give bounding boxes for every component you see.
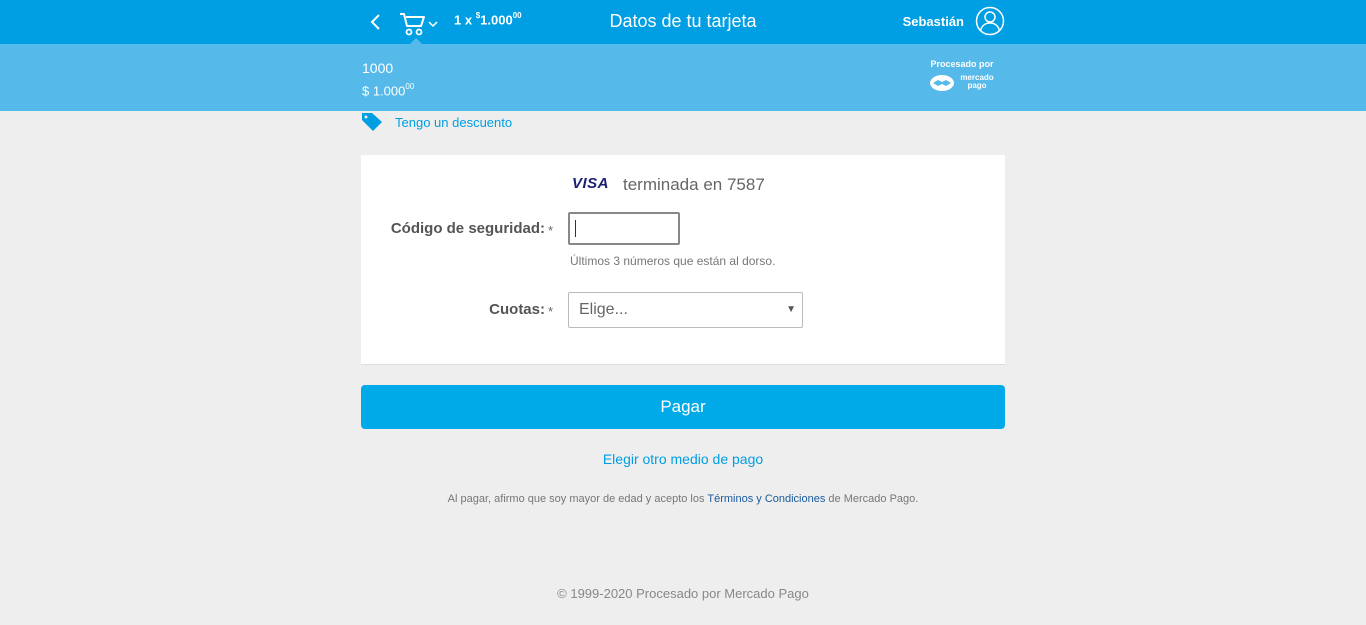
purchase-summary-bar: 1000 $ 1.00000 Procesado por mercado pag…: [0, 44, 1366, 111]
cart-amount: 1.000: [480, 12, 513, 28]
terms-link[interactable]: Términos y Condiciones: [707, 493, 825, 505]
amount-value: $ 1.000: [362, 83, 406, 99]
user-name[interactable]: Sebastián: [860, 14, 964, 29]
item-title: 1000: [362, 60, 394, 76]
brand-line-2: pago: [967, 81, 987, 90]
cart-summary: 1 x $1.00000: [454, 11, 522, 28]
tag-icon: [362, 113, 382, 131]
user-avatar-icon[interactable]: [975, 6, 1005, 36]
security-code-label: Código de seguridad:: [390, 220, 545, 237]
dropdown-arrow-icon: ▼: [786, 304, 796, 315]
cart-currency: $: [475, 11, 481, 20]
cart-cents: 00: [512, 11, 522, 20]
required-mark: *: [548, 304, 554, 319]
legal-prefix: Al pagar, afirmo que soy mayor de edad y…: [447, 493, 705, 505]
text-cursor: [575, 220, 576, 237]
card-ending-text: terminada en 7587: [623, 175, 765, 194]
processed-by-label: Procesado por: [930, 59, 994, 69]
other-payment-method-link[interactable]: Elegir otro medio de pago: [561, 451, 805, 467]
visa-logo: VISA: [572, 175, 610, 192]
cart-icon[interactable]: [399, 11, 441, 37]
pay-button[interactable]: Pagar: [361, 385, 1005, 429]
required-mark: *: [548, 223, 554, 238]
legal-suffix: de Mercado Pago.: [828, 493, 919, 505]
cart-quantity: 1 x: [454, 12, 473, 28]
security-code-input[interactable]: [568, 212, 680, 245]
discount-label: Tengo un descuento: [395, 115, 513, 130]
legal-text: Al pagar, afirmo que soy mayor de edad y…: [361, 493, 1005, 505]
back-arrow-icon[interactable]: [366, 11, 386, 33]
mercado-pago-wordmark: mercado pago: [955, 74, 999, 90]
installments-label: Cuotas:: [489, 301, 545, 318]
top-bar: 1 x $1.00000 Datos de tu tarjeta Sebasti…: [0, 0, 1366, 44]
payment-form-card: VISA terminada en 7587 Código de segurid…: [361, 155, 1005, 365]
amount-cents: 00: [405, 82, 415, 91]
security-code-hint: Últimos 3 números que están al dorso.: [570, 254, 776, 268]
footer-copyright: © 1999-2020 Procesado por Mercado Pago: [557, 586, 809, 601]
installments-select[interactable]: Elige... ▼: [568, 292, 803, 328]
item-amount: $ 1.00000: [362, 82, 415, 99]
page-title: Datos de tu tarjeta: [609, 11, 757, 31]
installments-selected-value: Elige...: [579, 301, 628, 318]
